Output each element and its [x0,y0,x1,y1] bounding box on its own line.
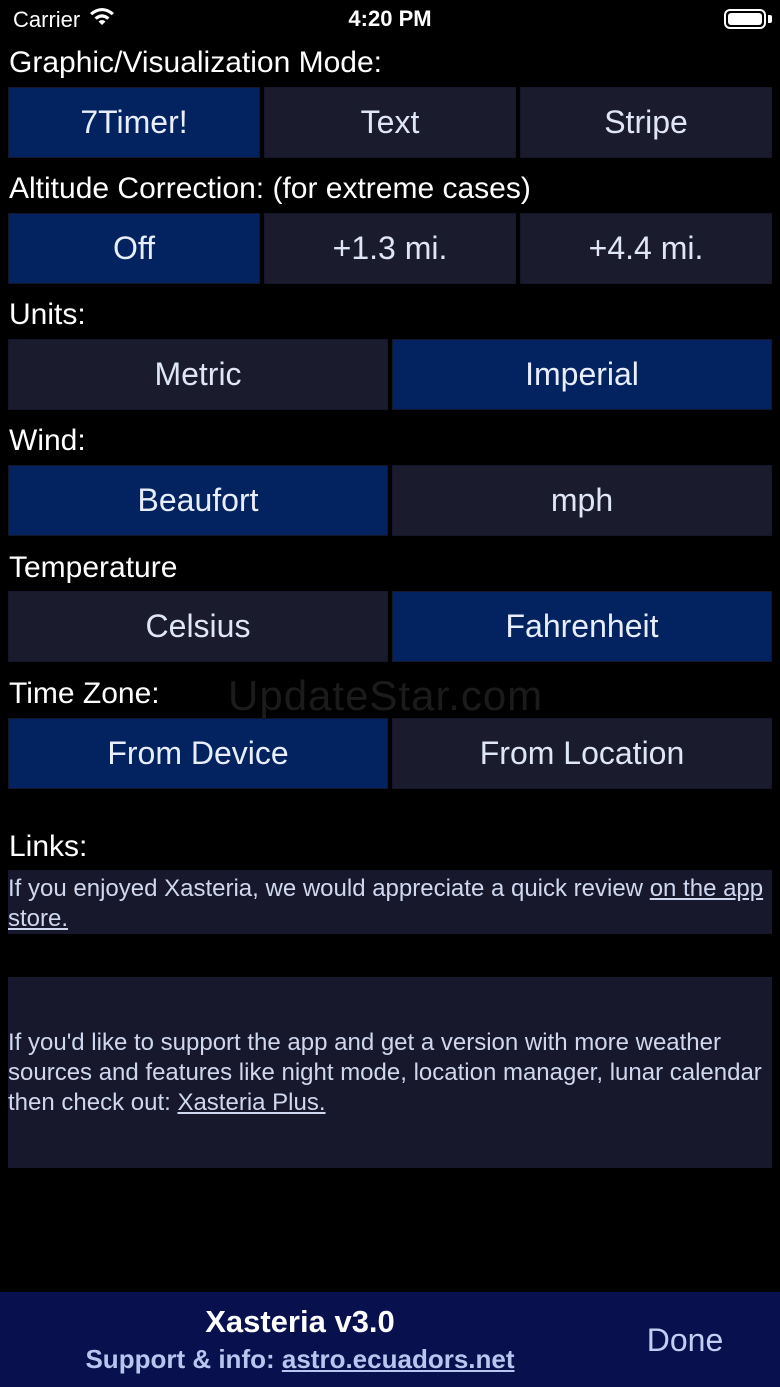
temperature-label: Temperature [9,551,178,584]
mode-segmented-control: 7Timer! Text Stripe [8,87,772,158]
battery-icon [724,9,766,29]
altitude-option-off[interactable]: Off [8,213,260,284]
mode-option-text[interactable]: Text [264,87,516,158]
units-label: Units: [9,298,86,331]
mode-option-stripe[interactable]: Stripe [520,87,772,158]
links-label: Links: [9,830,88,863]
wind-label: Wind: [9,424,86,457]
mode-label: Graphic/Visualization Mode: [9,46,382,79]
temperature-segmented-control: Celsius Fahrenheit [8,591,772,662]
support-info: Support & info: astro.ecuadors.net [0,1344,600,1375]
xasteria-plus-link[interactable]: Xasteria Plus. [177,1089,325,1116]
status-time: 4:20 PM [348,6,432,31]
altitude-option-4-4[interactable]: +4.4 mi. [520,213,772,284]
done-button[interactable]: Done [630,1322,740,1359]
watermark: UpdateStar.com [228,672,544,719]
timezone-segmented-control: From Device From Location [8,718,772,789]
website-link[interactable]: astro.ecuadors.net [282,1344,515,1374]
battery-tip [768,15,772,23]
wind-option-mph[interactable]: mph [392,465,772,536]
support-prefix: Support & info: [85,1344,282,1374]
footer-bar: Xasteria v3.0 Support & info: astro.ecua… [0,1292,780,1387]
wind-segmented-control: Beaufort mph [8,465,772,536]
wind-option-beaufort[interactable]: Beaufort [8,465,388,536]
altitude-label: Altitude Correction: (for extreme cases) [9,172,531,205]
timezone-option-location[interactable]: From Location [392,718,772,789]
altitude-option-1-3[interactable]: +1.3 mi. [264,213,516,284]
support-text: If you'd like to support the app and get… [8,1029,762,1116]
review-text: If you enjoyed Xasteria, we would apprec… [8,875,650,902]
temperature-option-celsius[interactable]: Celsius [8,591,388,662]
temperature-option-fahrenheit[interactable]: Fahrenheit [392,591,772,662]
mode-option-7timer[interactable]: 7Timer! [8,87,260,158]
timezone-label: Time Zone: [9,677,160,710]
timezone-option-device[interactable]: From Device [8,718,388,789]
support-box: If you'd like to support the app and get… [8,977,772,1168]
units-option-imperial[interactable]: Imperial [392,339,772,410]
status-bar: Carrier 4:20 PM [0,0,780,40]
review-box: If you enjoyed Xasteria, we would apprec… [8,870,772,934]
app-version-title: Xasteria v3.0 [205,1304,395,1339]
units-segmented-control: Metric Imperial [8,339,772,410]
units-option-metric[interactable]: Metric [8,339,388,410]
altitude-segmented-control: Off +1.3 mi. +4.4 mi. [8,213,772,284]
